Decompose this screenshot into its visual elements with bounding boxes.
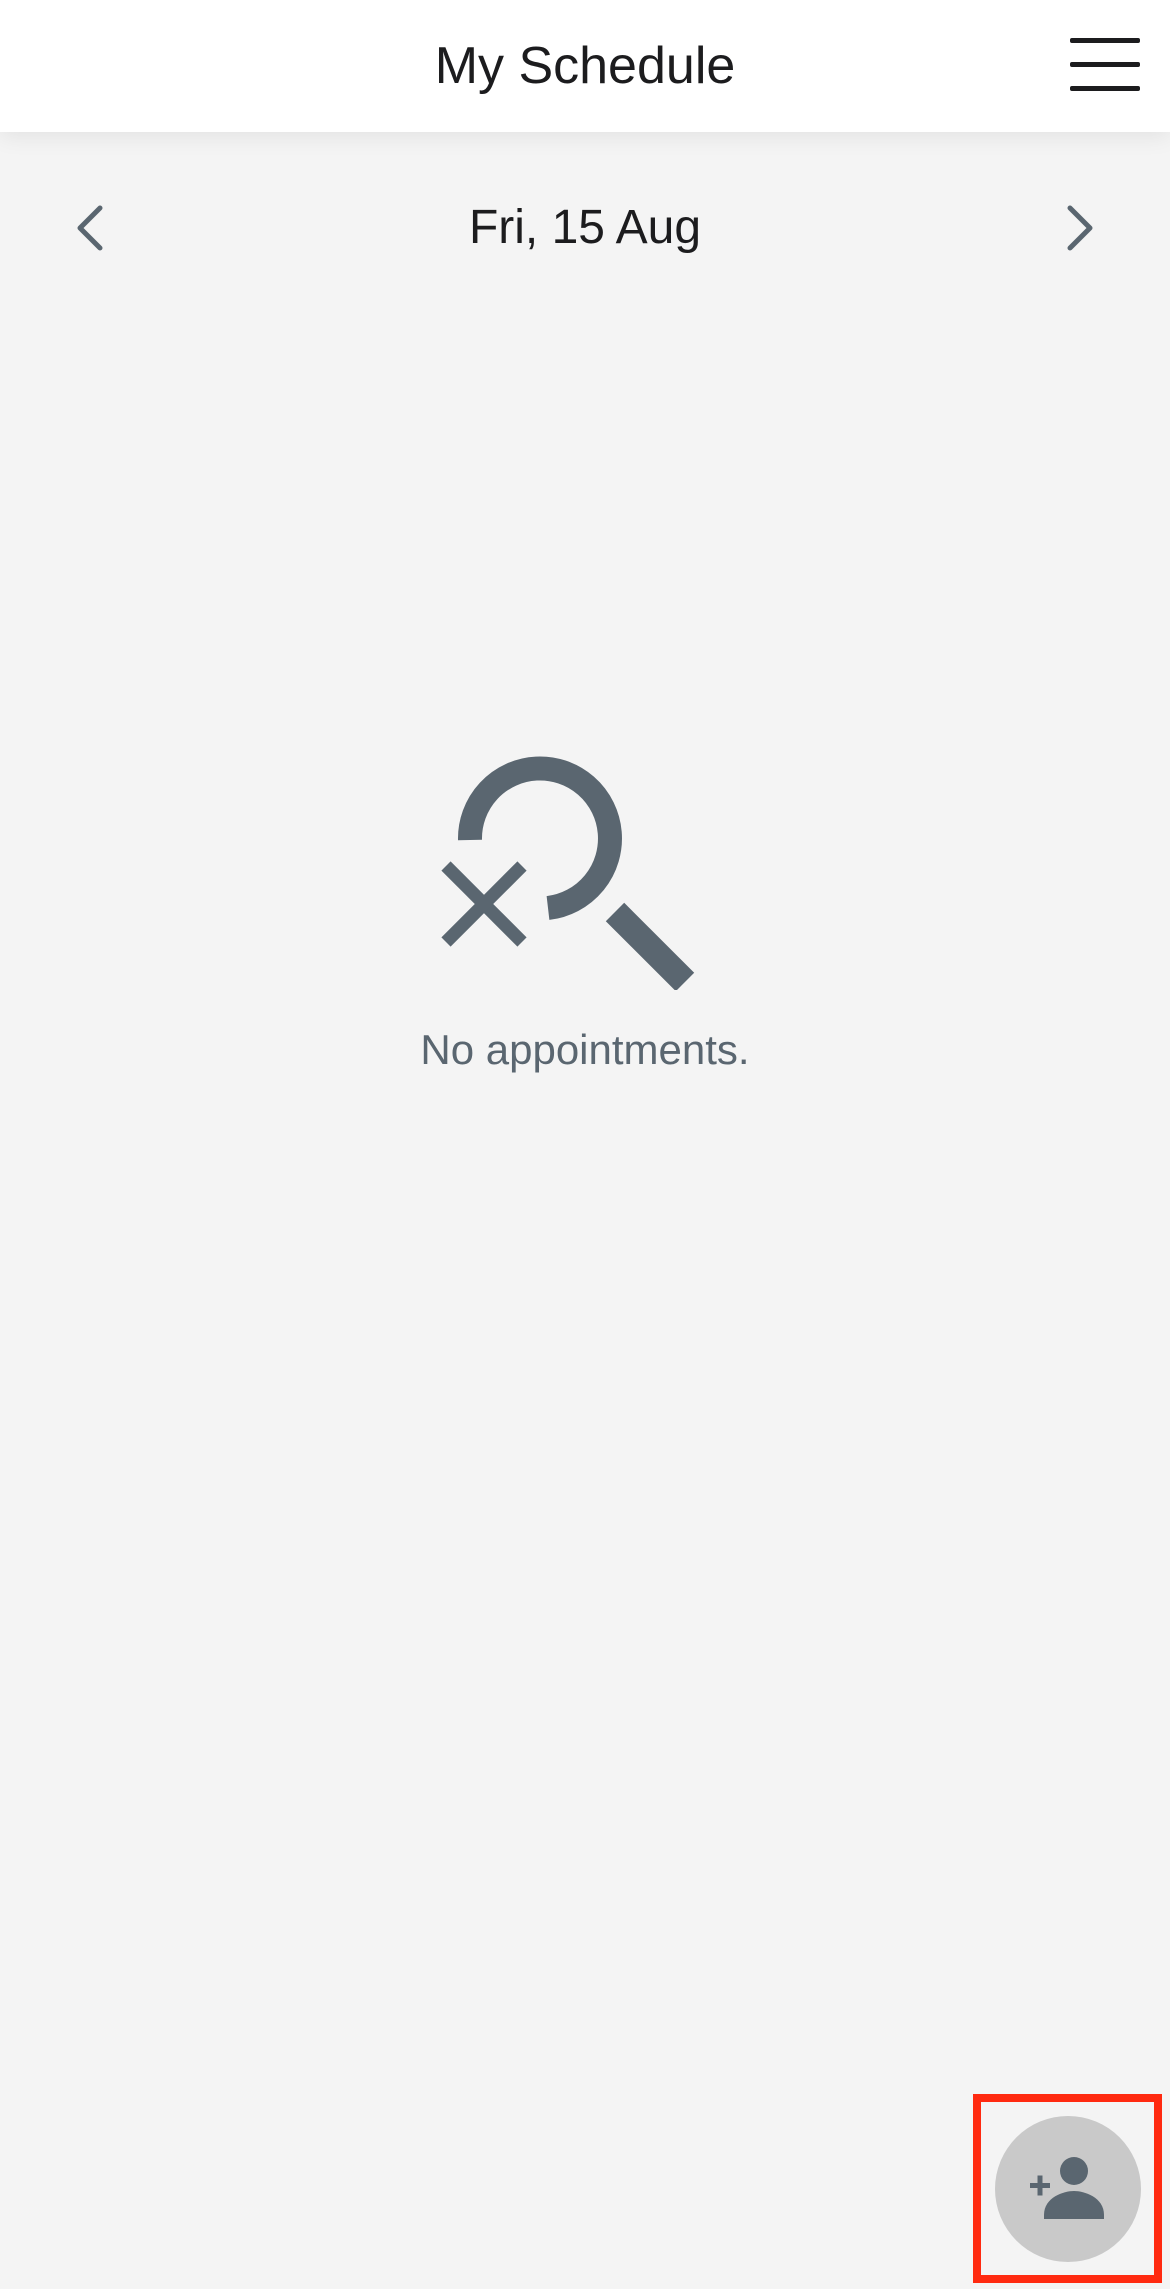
date-navigator: Fri, 15 Aug bbox=[0, 132, 1170, 332]
empty-state-message: No appointments. bbox=[420, 1026, 750, 1073]
top-app-bar: My Schedule bbox=[0, 0, 1170, 132]
search-off-icon bbox=[441, 756, 695, 990]
next-day-button[interactable] bbox=[1046, 196, 1110, 260]
add-person-button[interactable] bbox=[995, 2116, 1141, 2262]
current-date-label: Fri, 15 Aug bbox=[468, 201, 702, 254]
page-title: My Schedule bbox=[434, 37, 736, 95]
chevron-right-icon bbox=[1067, 205, 1093, 251]
hamburger-menu-icon bbox=[1070, 38, 1140, 91]
add-person-icon bbox=[1030, 2157, 1104, 2219]
menu-button[interactable] bbox=[1060, 30, 1140, 100]
